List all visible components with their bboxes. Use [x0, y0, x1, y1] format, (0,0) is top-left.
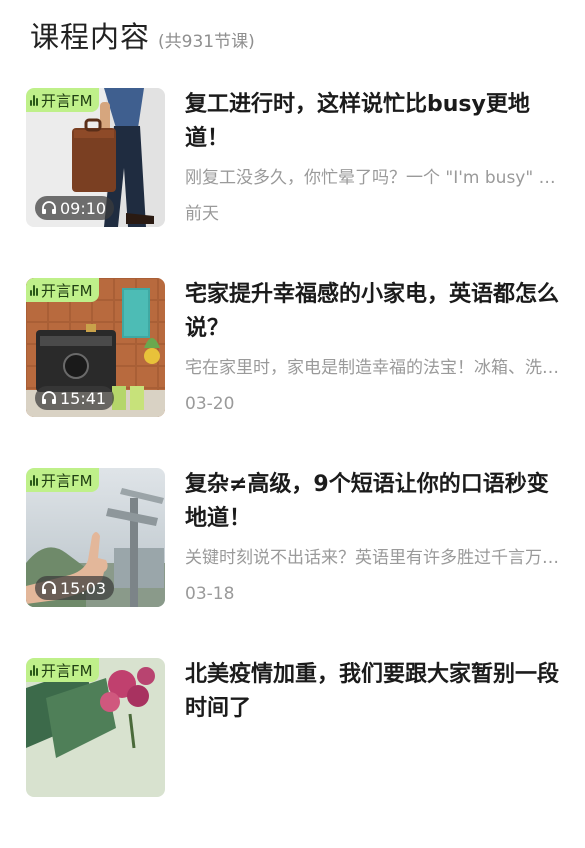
episode-description: 关键时刻说不出话来？英语里有许多胜过千言万语的	[185, 548, 560, 568]
duration-text: 09:10	[60, 198, 107, 218]
badge-label: 开言FM	[41, 661, 93, 680]
duration-text: 15:41	[60, 388, 107, 408]
episode-description: 刚复工没多久，你忙晕了吗？一个 "I'm busy" 已经	[185, 168, 560, 188]
episode-list: 开言FM 09:10 复工进行时，这样说忙比busy更地道！ 刚复工没多久，你忙…	[0, 88, 585, 848]
episode-date: 03-18	[185, 584, 235, 604]
list-item[interactable]: 开言FM 09:10 复工进行时，这样说忙比busy更地道！ 刚复工没多久，你忙…	[0, 88, 585, 278]
sound-wave-icon	[30, 664, 38, 676]
sound-wave-icon	[30, 284, 38, 296]
sound-wave-icon	[30, 474, 38, 486]
channel-badge: 开言FM	[26, 88, 99, 112]
episode-thumbnail[interactable]: 开言FM 09:10	[26, 88, 165, 227]
episode-title[interactable]: 宅家提升幸福感的小家电，英语都怎么说？	[185, 278, 563, 346]
sound-wave-icon	[30, 94, 38, 106]
channel-badge: 开言FM	[26, 468, 99, 492]
section-header: 课程内容 (共931节课)	[30, 14, 255, 56]
list-item[interactable]: 开言FM 15:03 复杂≠高级，9个短语让你的口语秒变地道！ 关键时刻说不出话…	[0, 468, 585, 658]
episode-title[interactable]: 复杂≠高级，9个短语让你的口语秒变地道！	[185, 468, 563, 536]
channel-badge: 开言FM	[26, 658, 99, 682]
badge-label: 开言FM	[41, 281, 93, 300]
channel-badge: 开言FM	[26, 278, 99, 302]
duration-badge: 09:10	[35, 196, 115, 220]
page-title: 课程内容	[30, 20, 151, 54]
list-item[interactable]: 开言FM 15:41 宅家提升幸福感的小家电，英语都怎么说？ 宅在家里时，家电是…	[0, 278, 585, 468]
headphone-icon	[41, 391, 57, 405]
episode-date: 前天	[185, 204, 219, 224]
episode-thumbnail[interactable]: 开言FM 15:41	[26, 278, 165, 417]
duration-badge: 15:03	[35, 576, 115, 600]
episode-thumbnail[interactable]: 开言FM 15:03	[26, 468, 165, 607]
headphone-icon	[41, 201, 57, 215]
duration-badge: 15:41	[35, 386, 115, 410]
badge-label: 开言FM	[41, 471, 93, 490]
episode-date: 03-20	[185, 394, 235, 414]
episode-thumbnail[interactable]: 开言FM	[26, 658, 165, 797]
lesson-count: (共931节课)	[158, 32, 255, 52]
headphone-icon	[41, 581, 57, 595]
episode-description: 宅在家里时，家电是制造幸福的法宝！冰箱、洗衣机	[185, 358, 560, 378]
episode-title[interactable]: 北美疫情加重，我们要跟大家暂别一段时间了	[185, 658, 563, 726]
episode-title[interactable]: 复工进行时，这样说忙比busy更地道！	[185, 88, 563, 156]
duration-text: 15:03	[60, 578, 107, 598]
badge-label: 开言FM	[41, 91, 93, 110]
list-item[interactable]: 开言FM 北美疫情加重，我们要跟大家暂别一段时间了	[0, 658, 585, 848]
